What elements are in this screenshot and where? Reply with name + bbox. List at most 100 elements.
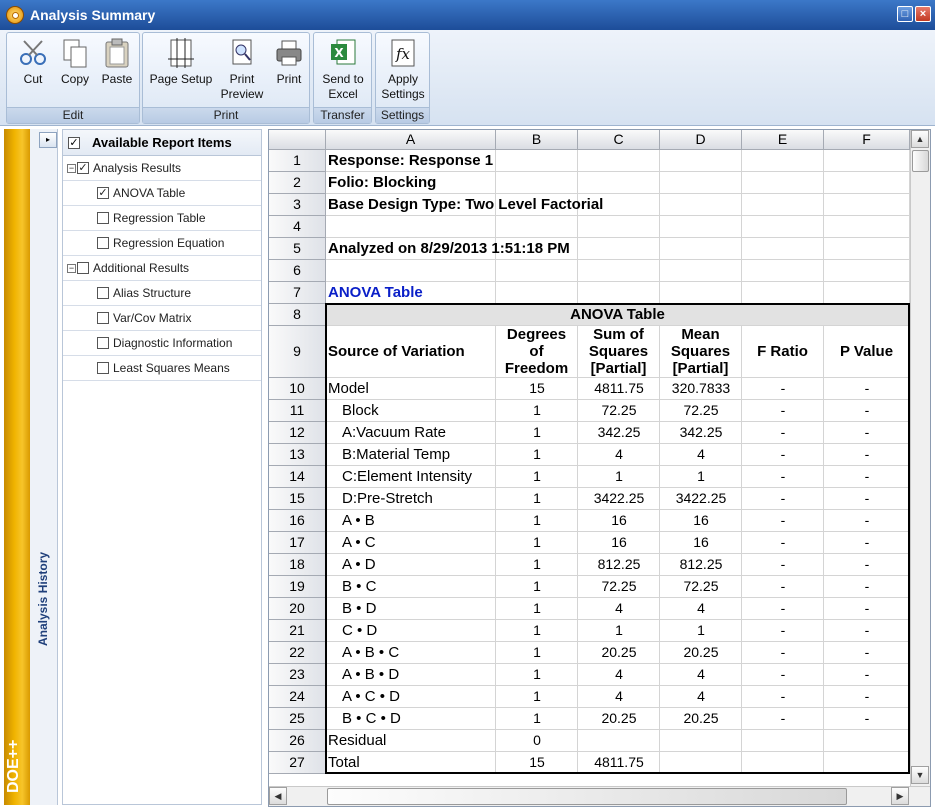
row-header[interactable]: 21 bbox=[269, 620, 326, 642]
checkbox-alias-structure[interactable] bbox=[97, 287, 109, 299]
tree-item-var-cov-matrix[interactable]: Var/Cov Matrix bbox=[63, 306, 261, 331]
row-header[interactable]: 7 bbox=[269, 282, 326, 304]
grid-cell[interactable] bbox=[742, 150, 824, 172]
print-button[interactable]: Print bbox=[271, 37, 307, 87]
tree-item-least-squares-means[interactable]: Least Squares Means bbox=[63, 356, 261, 381]
row-header[interactable]: 19 bbox=[269, 576, 326, 598]
grid-cell[interactable] bbox=[742, 260, 824, 282]
column-header[interactable]: A bbox=[326, 130, 496, 150]
row-header[interactable]: 16 bbox=[269, 510, 326, 532]
checkbox-anova-table[interactable] bbox=[97, 187, 109, 199]
page-setup-button[interactable]: Page Setup bbox=[146, 37, 216, 87]
scroll-right-button[interactable]: ▶ bbox=[891, 787, 909, 805]
grid-cell[interactable] bbox=[824, 194, 910, 216]
scroll-up-button[interactable]: ▲ bbox=[911, 130, 929, 148]
tree-item-regression-equation[interactable]: Regression Equation bbox=[63, 231, 261, 256]
tree-header[interactable]: Available Report Items bbox=[63, 130, 261, 156]
row-header[interactable]: 25 bbox=[269, 708, 326, 730]
row-header[interactable]: 26 bbox=[269, 730, 326, 752]
vertical-scroll-thumb[interactable] bbox=[912, 150, 929, 172]
row-header[interactable]: 13 bbox=[269, 444, 326, 466]
row-header[interactable]: 3 bbox=[269, 194, 326, 216]
grid-cell[interactable] bbox=[742, 194, 824, 216]
collapse-icon[interactable]: − bbox=[67, 163, 76, 173]
grid-cell[interactable] bbox=[326, 260, 496, 282]
checkbox-least-squares-means[interactable] bbox=[97, 362, 109, 374]
grid-cell[interactable] bbox=[496, 260, 578, 282]
tree-item-alias-structure[interactable]: Alias Structure bbox=[63, 281, 261, 306]
row-header[interactable]: 14 bbox=[269, 466, 326, 488]
tree-item-anova-table[interactable]: ANOVA Table bbox=[63, 181, 261, 206]
row-header[interactable]: 17 bbox=[269, 532, 326, 554]
collapse-icon[interactable]: − bbox=[67, 263, 76, 273]
column-header[interactable]: D bbox=[660, 130, 742, 150]
checkbox-regression-equation[interactable] bbox=[97, 237, 109, 249]
grid-cell[interactable] bbox=[578, 282, 660, 304]
anova-table-link[interactable]: ANOVA Table bbox=[326, 282, 578, 304]
report-spreadsheet[interactable]: A B C D E F 1 2 3 4 5 6 7 8 9 10 11 12 13 14 15 16 17 18 19 20 21 2… bbox=[268, 129, 931, 807]
row-header[interactable]: 6 bbox=[269, 260, 326, 282]
scroll-left-button[interactable]: ◀ bbox=[269, 787, 287, 805]
grid-cell[interactable] bbox=[824, 150, 910, 172]
column-header[interactable]: F bbox=[824, 130, 910, 150]
grid-cell[interactable] bbox=[824, 260, 910, 282]
row-header[interactable]: 5 bbox=[269, 238, 326, 260]
maximize-button[interactable]: □ bbox=[897, 6, 913, 22]
grid-cell[interactable] bbox=[742, 216, 824, 238]
column-header[interactable]: E bbox=[742, 130, 824, 150]
row-header[interactable]: 27 bbox=[269, 752, 326, 774]
checkbox-var-cov-matrix[interactable] bbox=[97, 312, 109, 324]
send-to-excel-button[interactable]: X Send to Excel bbox=[316, 37, 370, 102]
row-header[interactable]: 9 bbox=[269, 326, 326, 378]
select-all-corner[interactable] bbox=[269, 130, 326, 150]
grid-cell[interactable] bbox=[742, 172, 824, 194]
available-items-checkbox[interactable] bbox=[68, 136, 80, 149]
row-header[interactable]: 22 bbox=[269, 642, 326, 664]
grid-cell[interactable] bbox=[660, 216, 742, 238]
print-preview-button[interactable]: Print Preview bbox=[217, 37, 267, 102]
grid-cell[interactable] bbox=[660, 282, 742, 304]
column-header[interactable]: C bbox=[578, 130, 660, 150]
grid-cell[interactable] bbox=[742, 282, 824, 304]
copy-button[interactable]: Copy bbox=[55, 37, 95, 87]
horizontal-scrollbar[interactable]: ◀ ▶ bbox=[269, 786, 930, 806]
row-header[interactable]: 23 bbox=[269, 664, 326, 686]
grid-cell[interactable] bbox=[660, 150, 742, 172]
row-header[interactable]: 20 bbox=[269, 598, 326, 620]
grid-cell[interactable] bbox=[660, 260, 742, 282]
grid-cell[interactable] bbox=[660, 172, 742, 194]
row-header[interactable]: 18 bbox=[269, 554, 326, 576]
grid-cell[interactable] bbox=[578, 216, 660, 238]
row-header[interactable]: 12 bbox=[269, 422, 326, 444]
analysis-history-panel[interactable]: ▸ Analysis History bbox=[30, 129, 58, 805]
vertical-scrollbar[interactable]: ▲ ▼ bbox=[910, 130, 930, 786]
checkbox-diagnostic-information[interactable] bbox=[97, 337, 109, 349]
row-header[interactable]: 8 bbox=[269, 304, 326, 326]
grid-cell[interactable] bbox=[326, 216, 496, 238]
checkbox-regression-table[interactable] bbox=[97, 212, 109, 224]
close-button[interactable]: × bbox=[915, 6, 931, 22]
grid-cell[interactable] bbox=[578, 260, 660, 282]
tree-item-analysis-results[interactable]: − Analysis Results bbox=[63, 156, 261, 181]
tree-item-additional-results[interactable]: − Additional Results bbox=[63, 256, 261, 281]
row-header[interactable]: 15 bbox=[269, 488, 326, 510]
grid-cell[interactable] bbox=[824, 216, 910, 238]
tree-item-diagnostic-information[interactable]: Diagnostic Information bbox=[63, 331, 261, 356]
grid-cell[interactable] bbox=[824, 282, 910, 304]
row-header[interactable]: 1 bbox=[269, 150, 326, 172]
paste-button[interactable]: Paste bbox=[97, 37, 137, 87]
cut-button[interactable]: Cut bbox=[15, 37, 51, 87]
expand-panel-button[interactable]: ▸ bbox=[39, 132, 57, 148]
grid-cell[interactable] bbox=[496, 216, 578, 238]
row-header[interactable]: 2 bbox=[269, 172, 326, 194]
grid-cell[interactable] bbox=[824, 172, 910, 194]
row-header[interactable]: 24 bbox=[269, 686, 326, 708]
apply-settings-button[interactable]: fx Apply Settings bbox=[378, 37, 428, 102]
grid-cell[interactable] bbox=[742, 238, 824, 260]
row-header[interactable]: 11 bbox=[269, 400, 326, 422]
tree-item-regression-table[interactable]: Regression Table bbox=[63, 206, 261, 231]
grid-cell[interactable] bbox=[824, 238, 910, 260]
column-header[interactable]: B bbox=[496, 130, 578, 150]
checkbox-analysis-results[interactable] bbox=[77, 162, 89, 174]
row-header[interactable]: 4 bbox=[269, 216, 326, 238]
